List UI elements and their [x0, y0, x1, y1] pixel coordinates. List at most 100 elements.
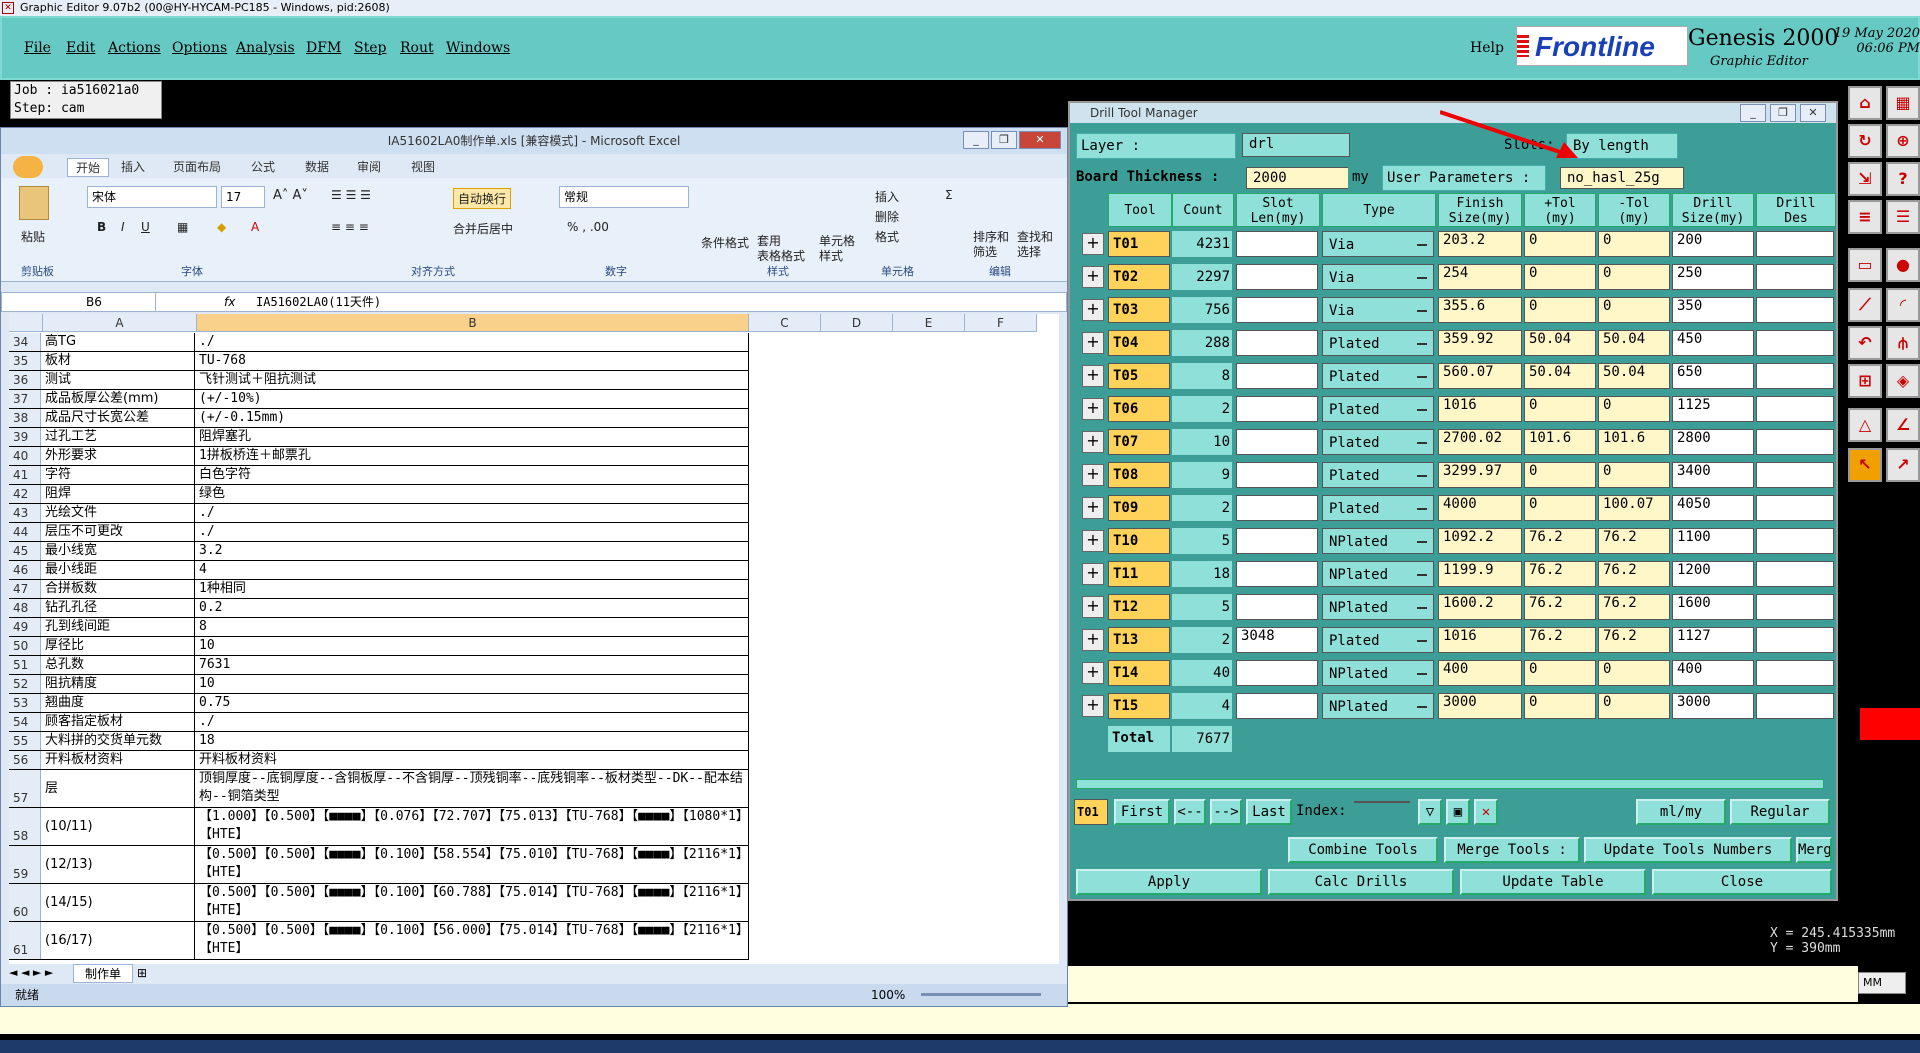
- row-number[interactable]: 57: [9, 770, 41, 807]
- table-row[interactable]: 48 钻孔孔径 0.2: [9, 599, 749, 618]
- minus-tol-field[interactable]: 76.2: [1598, 528, 1670, 554]
- tab-view[interactable]: 视图: [411, 158, 435, 175]
- expand-icon[interactable]: +: [1082, 563, 1104, 585]
- cell-b[interactable]: 【0.500】【0.500】【■■■■】【0.100】【60.788】【75.0…: [197, 884, 749, 921]
- table-row[interactable]: 43 光绘文件 ./: [9, 504, 749, 523]
- row-number[interactable]: 34: [9, 333, 41, 351]
- cell-a[interactable]: 成品板厚公差(mm): [43, 390, 195, 408]
- minus-tol-field[interactable]: 0: [1598, 660, 1670, 686]
- delete-icon[interactable]: ✕: [1474, 799, 1498, 825]
- restore-icon[interactable]: ❐: [991, 131, 1017, 149]
- row-number[interactable]: 50: [9, 637, 41, 655]
- row-number[interactable]: 35: [9, 352, 41, 370]
- tool-measure-icon[interactable]: △: [1848, 408, 1882, 442]
- tab-insert[interactable]: 插入: [121, 158, 145, 175]
- slot-len-field[interactable]: [1236, 528, 1318, 554]
- menu-file[interactable]: File: [24, 40, 51, 56]
- expand-icon[interactable]: +: [1082, 266, 1104, 288]
- cell-a[interactable]: 大料拼的交货单元数: [43, 732, 195, 750]
- tab-review[interactable]: 审阅: [357, 158, 381, 175]
- cell-a[interactable]: 顾客指定板材: [43, 713, 195, 731]
- plus-tol-field[interactable]: 0: [1524, 660, 1596, 686]
- tool-scale-icon[interactable]: ⇲: [1848, 162, 1882, 196]
- minus-tol-field[interactable]: 76.2: [1598, 627, 1670, 653]
- plus-tol-field[interactable]: 0: [1524, 495, 1596, 521]
- cell-a[interactable]: 阻抗精度: [43, 675, 195, 693]
- type-select[interactable]: NPlated: [1322, 594, 1434, 620]
- expand-icon[interactable]: +: [1082, 299, 1104, 321]
- dtm-close-icon[interactable]: ✕: [1800, 104, 1826, 122]
- finish-size-field[interactable]: 1016: [1438, 627, 1522, 653]
- menu-rout[interactable]: Rout: [400, 40, 434, 56]
- col-header-e[interactable]: E: [893, 314, 965, 332]
- row-number[interactable]: 51: [9, 656, 41, 674]
- percent-icon[interactable]: % , .00: [567, 220, 609, 234]
- font-color-icon[interactable]: A: [251, 220, 259, 234]
- tool-row[interactable]: + T01 4231 Via 203.2 0 0 200: [1078, 227, 1836, 260]
- type-select[interactable]: NPlated: [1322, 528, 1434, 554]
- table-row[interactable]: 50 厚径比 10: [9, 637, 749, 656]
- cell-b[interactable]: 白色字符: [197, 466, 749, 484]
- row-number[interactable]: 46: [9, 561, 41, 579]
- tool-list-icon[interactable]: ☰: [1886, 200, 1920, 234]
- tool-row[interactable]: + T06 2 Plated 1016 0 0 1125: [1078, 392, 1836, 425]
- type-select[interactable]: Plated: [1322, 330, 1434, 356]
- table-row[interactable]: 54 顾客指定板材 ./: [9, 713, 749, 732]
- minus-tol-field[interactable]: 50.04: [1598, 330, 1670, 356]
- tool-row[interactable]: + T07 10 Plated 2700.02 101.6 101.6 2800: [1078, 425, 1836, 458]
- drill-des-field[interactable]: [1756, 462, 1834, 488]
- tool-arc-icon[interactable]: ◜: [1886, 288, 1920, 322]
- table-row[interactable]: 45 最小线宽 3.2: [9, 542, 749, 561]
- table-row[interactable]: 60 (14/15) 【0.500】【0.500】【■■■■】【0.100】【60.…: [9, 884, 749, 922]
- font-size-select[interactable]: 17: [221, 186, 265, 208]
- fx-icon[interactable]: fx: [224, 293, 235, 311]
- tool-name[interactable]: T03: [1108, 297, 1170, 323]
- tool-name[interactable]: T15: [1108, 693, 1170, 719]
- drill-size-field[interactable]: 3000: [1672, 693, 1754, 719]
- cell-b[interactable]: 4: [197, 561, 749, 579]
- cell-b[interactable]: 0.75: [197, 694, 749, 712]
- drill-size-field[interactable]: 1200: [1672, 561, 1754, 587]
- table-row[interactable]: 41 字符 白色字符: [9, 466, 749, 485]
- cell-a[interactable]: 成品尺寸长宽公差: [43, 409, 195, 427]
- minus-tol-field[interactable]: 0: [1598, 462, 1670, 488]
- minus-tol-field[interactable]: 0: [1598, 231, 1670, 257]
- row-number[interactable]: 38: [9, 409, 41, 427]
- cell-a[interactable]: 外形要求: [43, 447, 195, 465]
- tool-dot-icon[interactable]: ●: [1886, 248, 1920, 282]
- finish-size-field[interactable]: 1199.9: [1438, 561, 1522, 587]
- row-number[interactable]: 48: [9, 599, 41, 617]
- table-row[interactable]: 56 开料板材资料 开料板材资料: [9, 751, 749, 770]
- tool-row[interactable]: + T08 9 Plated 3299.97 0 0 3400: [1078, 458, 1836, 491]
- sheet-nav-icon[interactable]: ◄ ◄ ► ►: [9, 966, 53, 979]
- cell-a[interactable]: 测试: [43, 371, 195, 389]
- col-header-b[interactable]: B: [197, 314, 749, 332]
- cell-b[interactable]: 8: [197, 618, 749, 636]
- table-row[interactable]: 61 (16/17) 【0.500】【0.500】【■■■■】【0.100】【56.…: [9, 922, 749, 960]
- minus-tol-field[interactable]: 100.07: [1598, 495, 1670, 521]
- tool-help-icon[interactable]: ?: [1886, 162, 1920, 196]
- row-number[interactable]: 58: [9, 808, 41, 845]
- finish-size-field[interactable]: 254: [1438, 264, 1522, 290]
- cell-style-button[interactable]: 单元格 样式: [819, 234, 855, 264]
- tool-name[interactable]: T01: [1108, 231, 1170, 257]
- expand-icon[interactable]: +: [1082, 464, 1104, 486]
- tool-name[interactable]: T09: [1108, 495, 1170, 521]
- tool-name[interactable]: T04: [1108, 330, 1170, 356]
- tool-grid-icon[interactable]: ▦: [1886, 86, 1920, 120]
- cell-a[interactable]: 翘曲度: [43, 694, 195, 712]
- drill-des-field[interactable]: [1756, 231, 1834, 257]
- cell-a[interactable]: 层: [43, 770, 195, 807]
- table-row[interactable]: 58 (10/11) 【1.000】【0.500】【■■■■】【0.076】【72.…: [9, 808, 749, 846]
- italic-button[interactable]: I: [121, 220, 125, 234]
- filter-icon[interactable]: ▽: [1418, 799, 1442, 825]
- tool-home-icon[interactable]: ⌂: [1848, 86, 1882, 120]
- tool-undo-icon[interactable]: ↶: [1848, 326, 1882, 360]
- expand-icon[interactable]: +: [1082, 497, 1104, 519]
- drill-size-field[interactable]: 1600: [1672, 594, 1754, 620]
- tab-data[interactable]: 数据: [305, 158, 329, 175]
- slot-len-field[interactable]: [1236, 231, 1318, 257]
- tool-row[interactable]: + T12 5 NPlated 1600.2 76.2 76.2 1600: [1078, 590, 1836, 623]
- cell-b[interactable]: 10: [197, 637, 749, 655]
- slot-len-field[interactable]: [1236, 429, 1318, 455]
